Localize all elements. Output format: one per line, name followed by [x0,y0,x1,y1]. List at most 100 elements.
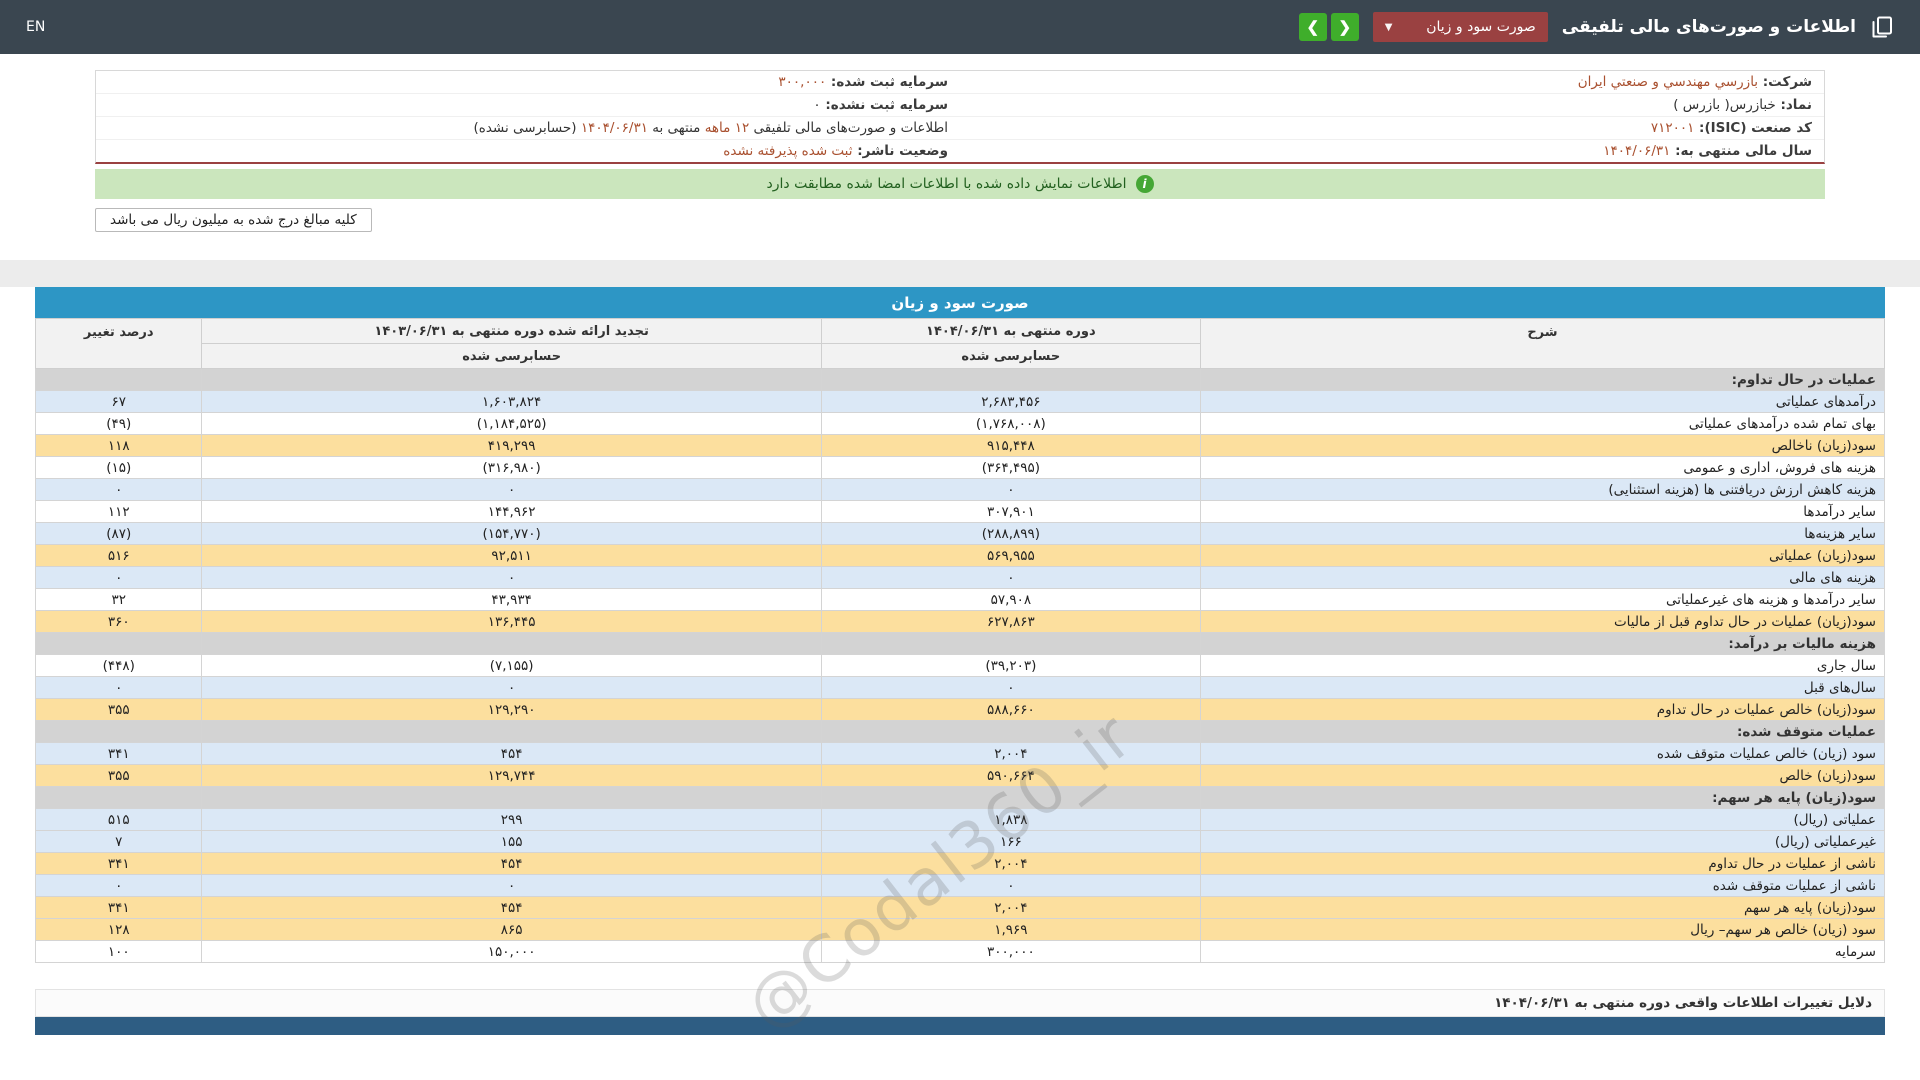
cell-prior-period: (۱۵۴,۷۷۰) [201,522,822,545]
statement-row: سود(زیان) عملیات در حال تداوم قبل از مال… [34,610,1886,633]
col-header-current-period: دوره منتهی به ۱۴۰۴/۰۶/۳۱ [820,318,1201,344]
signed-info-text: اطلاعات نمایش داده شده با اطلاعات امضا ش… [766,176,1127,192]
info-field-value: ۷۱۲۰۰۱ [1650,120,1695,136]
statement-row: غیرعملیاتی (ریال) ۱۶۶ ۱۵۵ ۷ [34,830,1886,853]
cell-current-period: ۲,۰۰۴ [820,852,1201,875]
row-label: سایر هزینه‌ها [1199,522,1886,545]
copy-document-icon[interactable] [1870,15,1894,39]
cell-prior-period [201,632,822,655]
company-info-row: نماد: خبازرس( بازرس ) سرمایه ثبت نشده: ۰ [96,93,1824,117]
info-field-value: ۱۴۰۴/۰۶/۳۱ [1603,143,1671,159]
prev-statement-button[interactable]: ❮ [1330,13,1359,41]
company-info-cell: سرمایه ثبت نشده: ۰ [96,93,960,117]
statement-row: ناشی از عملیات در حال تداوم ۲,۰۰۴ ۴۵۴ ۳۴۱ [34,852,1886,875]
cell-current-period [820,632,1201,655]
cell-percent-change: ۰ [34,566,203,589]
info-field-label: کد صنعت (ISIC): [1694,120,1812,136]
cell-prior-period: ۱۴۴,۹۶۲ [201,500,822,523]
company-info-row: کد صنعت (ISIC): ۷۱۲۰۰۱ اطلاعات و صورت‌های… [96,116,1824,140]
cell-prior-period: ۱,۶۰۳,۸۲۴ [201,390,822,413]
next-statement-button[interactable]: ❯ [1298,13,1327,41]
info-field-label: شرکت: [1758,74,1812,90]
statement-row: سایر درآمدها و هزینه های غیرعملیاتی ۵۷,۹۰… [34,588,1886,611]
cell-prior-period: ۴۳,۹۳۴ [201,588,822,611]
row-label: سال جاری [1199,654,1886,677]
cell-percent-change: ۳۶۰ [34,610,203,633]
cell-percent-change: ۱۱۸ [34,434,203,457]
cell-percent-change: (۴۹) [34,412,203,435]
cell-percent-change: ۳۴۱ [34,742,203,765]
income-statement-table: شرح دوره منتهی به ۱۴۰۴/۰۶/۳۱ تجدید ارائه… [34,318,1886,963]
cell-percent-change: ۰ [34,874,203,897]
row-label: هزینه های فروش، اداری و عمومی [1199,456,1886,479]
col-header-prior-period: تجدید ارائه شده دوره منتهی به ۱۴۰۳/۰۶/۳۱ [201,318,822,344]
section-separator-strip [0,260,1920,287]
info-field-value: ۱۴۰۴/۰۶/۳۱ [580,120,648,136]
info-field-label: سرمایه ثبت شده: [826,74,948,90]
statement-row: سود (زیان) خالص هر سهم– ریال ۱,۹۶۹ ۸۶۵ ۱۲۸ [34,918,1886,941]
cell-current-period: ۳۰۰,۰۰۰ [820,940,1201,963]
cell-percent-change: ۳۵۵ [34,698,203,721]
statement-section-row: سود(زیان) پایه هر سهم: [34,786,1886,809]
statement-row: سود(زیان) ناخالص ۹۱۵,۴۴۸ ۴۱۹,۲۹۹ ۱۱۸ [34,434,1886,457]
cell-percent-change: ۵۱۵ [34,808,203,831]
cell-percent-change: ۱۲۸ [34,918,203,941]
row-label: سود(زیان) خالص [1199,764,1886,787]
cell-percent-change [34,720,203,743]
statement-row: هزینه های مالی ۰ ۰ ۰ [34,566,1886,589]
statement-row: هزینه کاهش ارزش دریافتنی ها (هزینه استثن… [34,478,1886,501]
row-label: ناشی از عملیات در حال تداوم [1199,852,1886,875]
cell-current-period: ۹۱۵,۴۴۸ [820,434,1201,457]
cell-percent-change [34,786,203,809]
info-field-value: ثبت شده پذیرفته نشده [723,143,853,159]
cell-prior-period: ۴۱۹,۲۹۹ [201,434,822,457]
col-subheader-audited-current: حسابرسی شده [820,343,1201,369]
page-title: اطلاعات و صورت‌های مالی تلفیقی [1561,17,1856,37]
cell-current-period: ۲,۰۰۴ [820,896,1201,919]
cell-percent-change: ۶۷ [34,390,203,413]
statement-row: هزینه های فروش، اداری و عمومی (۳۶۴,۴۹۵) (۳… [34,456,1886,479]
cell-prior-period: ۴۵۴ [201,742,822,765]
statement-title-bar: صورت سود و زیان [35,287,1885,318]
cell-percent-change: (۱۵) [34,456,203,479]
language-switch-link[interactable]: EN [26,19,45,35]
cell-current-period: (۳۶۴,۴۹۵) [820,456,1201,479]
cell-current-period: ۵۶۹,۹۵۵ [820,544,1201,567]
statement-row: سال جاری (۳۹,۲۰۳) (۷,۱۵۵) (۴۴۸) [34,654,1886,677]
cell-percent-change: ۵۱۶ [34,544,203,567]
cell-current-period: ۰ [820,478,1201,501]
units-note: کلیه مبالغ درج شده به میلیون ریال می باش… [95,208,372,232]
company-info-cell: نماد: خبازرس( بازرس ) [960,93,1824,117]
row-label: سایر درآمدها و هزینه های غیرعملیاتی [1199,588,1886,611]
cell-percent-change: ۳۴۱ [34,852,203,875]
cell-prior-period: ۱۳۶,۴۴۵ [201,610,822,633]
cell-percent-change: ۱۱۲ [34,500,203,523]
cell-prior-period [201,786,822,809]
cell-percent-change: ۷ [34,830,203,853]
statement-row: ناشی از عملیات متوقف شده ۰ ۰ ۰ [34,874,1886,897]
cell-percent-change: ۳۲ [34,588,203,611]
info-icon: i [1135,175,1154,193]
info-field-label: وضعیت ناشر: [852,143,948,159]
cell-prior-period: ۱۵۰,۰۰۰ [201,940,822,963]
cell-current-period: ۱,۸۳۸ [820,808,1201,831]
info-field-value: اطلاعات و صورت‌های مالی تلفیقی [749,120,948,136]
statement-type-dropdown[interactable]: صورت سود و زیان ▼ [1372,12,1548,42]
statement-header: شرح دوره منتهی به ۱۴۰۴/۰۶/۳۱ تجدید ارائه… [34,318,1886,369]
statement-row: درآمدهای عملیاتی ۲,۶۸۳,۴۵۶ ۱,۶۰۳,۸۲۴ ۶۷ [34,390,1886,413]
cell-prior-period: ۴۵۴ [201,852,822,875]
cell-percent-change: ۱۰۰ [34,940,203,963]
reasons-table-header-bar [35,1017,1885,1035]
cell-prior-period: ۱۵۵ [201,830,822,853]
statement-row: سود(زیان) خالص عملیات در حال تداوم ۵۸۸,۶۶… [34,698,1886,721]
cell-prior-period [201,720,822,743]
cell-current-period: (۱,۷۶۸,۰۰۸) [820,412,1201,435]
statement-row: سود (زیان) خالص عملیات متوقف شده ۲,۰۰۴ ۴۵۴… [34,742,1886,765]
cell-prior-period: (۳۱۶,۹۸۰) [201,456,822,479]
info-field-value: خبازرس( بازرس ) [1673,97,1776,113]
info-field-value: (حسابرسی نشده) [473,120,581,136]
row-label: عملیات در حال تداوم: [1199,368,1886,391]
cell-current-period: ۱,۹۶۹ [820,918,1201,941]
statement-row: سایر درآمدها ۳۰۷,۹۰۱ ۱۴۴,۹۶۲ ۱۱۲ [34,500,1886,523]
statement-nav: ❮ ❯ [1298,13,1359,41]
